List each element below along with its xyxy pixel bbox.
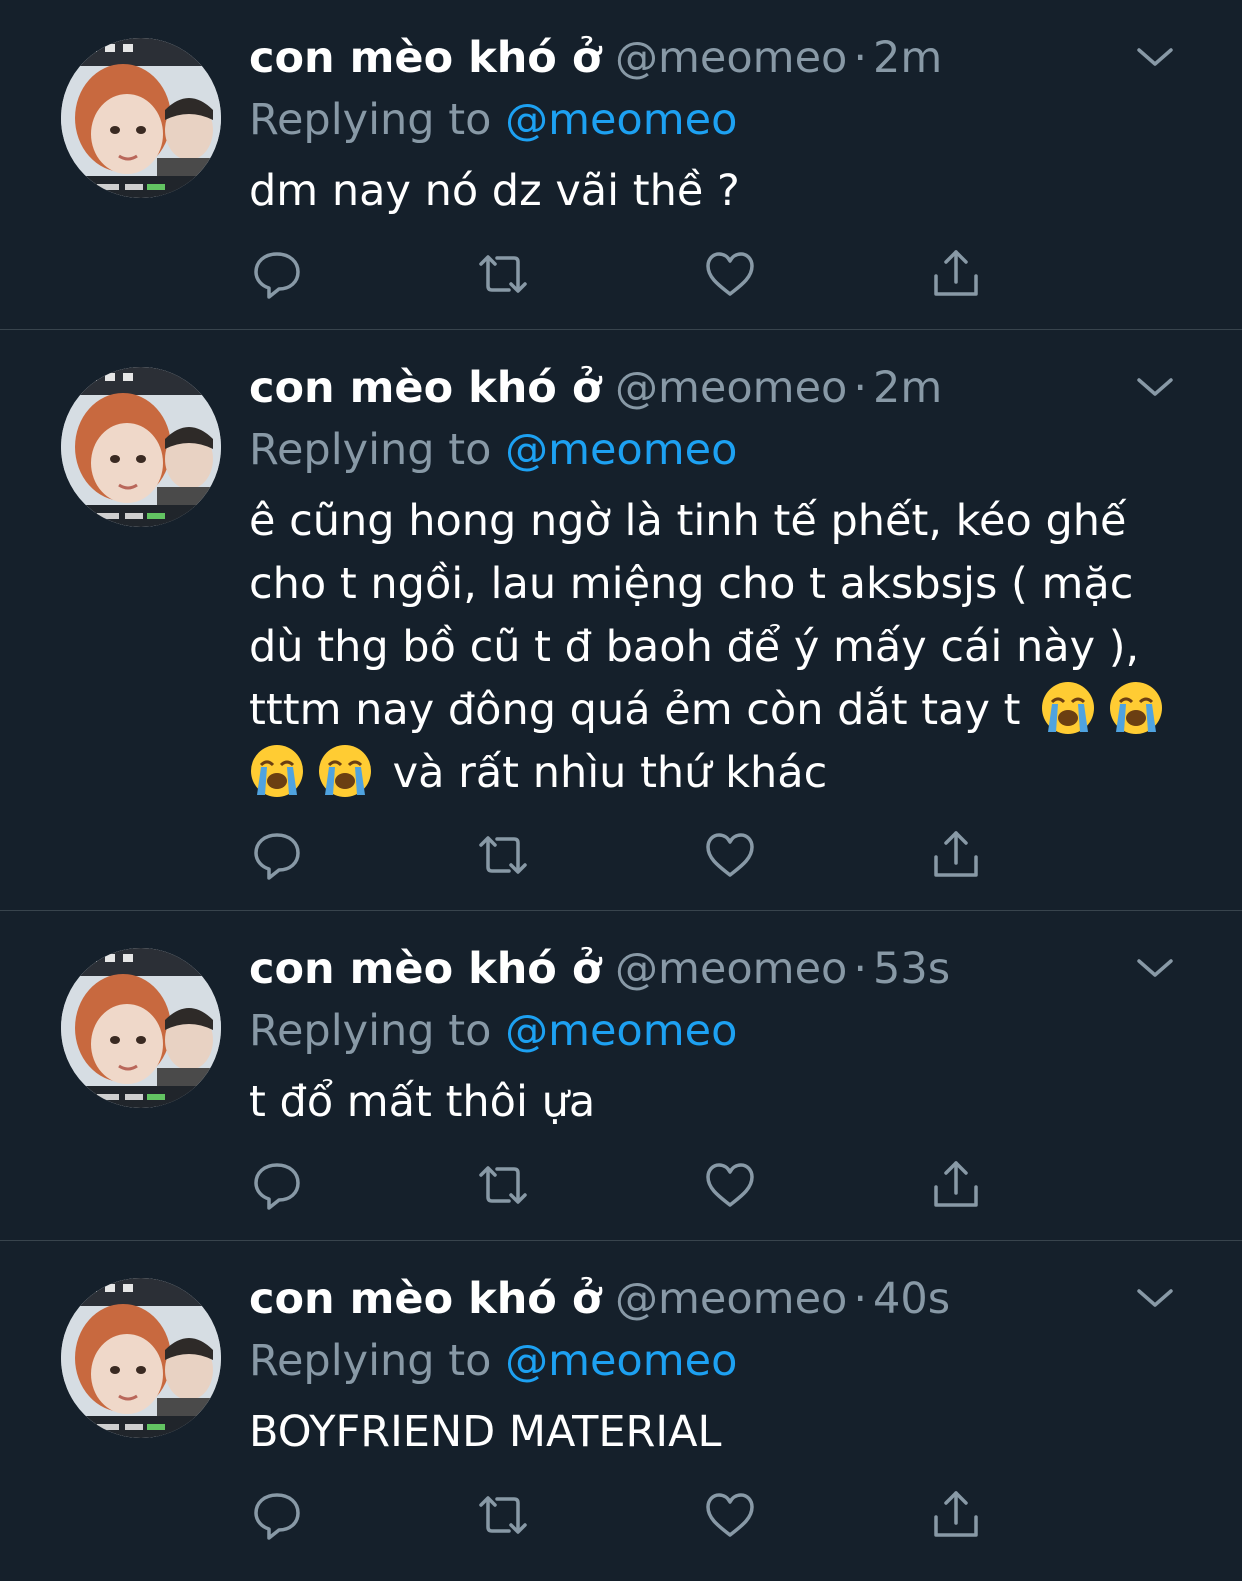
heart-icon xyxy=(706,1163,754,1207)
timestamp[interactable]: 2m xyxy=(873,33,942,83)
retweet-button[interactable] xyxy=(475,246,531,302)
avatar[interactable] xyxy=(61,1278,221,1438)
separator-dot: · xyxy=(853,1274,868,1324)
tweet-actions xyxy=(0,246,1242,302)
loudly-crying-face-icon xyxy=(1108,680,1164,736)
share-button[interactable] xyxy=(928,246,984,302)
timestamp[interactable]: 53s xyxy=(873,944,950,994)
retweet-arrows-icon xyxy=(479,1166,527,1204)
tweet-actions xyxy=(0,1157,1242,1213)
replying-to: Replying to @meomeo xyxy=(249,89,737,151)
speech-bubble-icon xyxy=(254,833,300,880)
avatar-image xyxy=(61,367,221,527)
like-button[interactable] xyxy=(702,827,758,883)
tweet[interactable]: con mèo khó ở @meomeo · 2m Replying to @me… xyxy=(0,330,1242,911)
replying-label: Replying to xyxy=(249,1006,492,1056)
replying-to: Replying to @meomeo xyxy=(249,1000,737,1062)
reply-button[interactable] xyxy=(249,827,305,883)
speech-bubble-icon xyxy=(254,1163,300,1210)
tweet-actions xyxy=(0,827,1242,883)
retweet-arrows-icon xyxy=(479,836,527,874)
retweet-arrows-icon xyxy=(479,255,527,293)
display-name[interactable]: con mèo khó ở xyxy=(249,33,601,83)
share-button[interactable] xyxy=(928,827,984,883)
replying-label: Replying to xyxy=(249,425,492,475)
replying-handle-link[interactable]: @meomeo xyxy=(505,425,737,475)
display-name[interactable]: con mèo khó ở xyxy=(249,1274,601,1324)
speech-bubble-icon xyxy=(254,252,300,299)
tweet[interactable]: con mèo khó ở @meomeo · 40s Replying to @m… xyxy=(0,1241,1242,1581)
like-button[interactable] xyxy=(702,246,758,302)
handle[interactable]: @meomeo xyxy=(615,944,847,994)
retweet-arrows-icon xyxy=(479,1496,527,1534)
tweet[interactable]: con mèo khó ở @meomeo · 53s Replying to @m… xyxy=(0,911,1242,1241)
replying-handle-link[interactable]: @meomeo xyxy=(505,1336,737,1386)
avatar-image xyxy=(61,948,221,1108)
reply-button[interactable] xyxy=(249,1487,305,1543)
retweet-button[interactable] xyxy=(475,1157,531,1213)
chevron-down-icon[interactable] xyxy=(1133,949,1177,985)
avatar-image xyxy=(61,1278,221,1438)
tweet-text: dm nay nó dz vãi thề ? xyxy=(249,166,740,216)
tweet-header: con mèo khó ở @meomeo · 40s xyxy=(249,1269,950,1329)
replying-label: Replying to xyxy=(249,1336,492,1386)
avatar[interactable] xyxy=(61,948,221,1108)
timestamp[interactable]: 40s xyxy=(873,1274,950,1324)
tweet-actions xyxy=(0,1487,1242,1543)
tweet-text: ê cũng hong ngờ là tinh tế phết, kéo ghế… xyxy=(249,490,1189,805)
replying-to: Replying to @meomeo xyxy=(249,1330,737,1392)
separator-dot: · xyxy=(853,363,868,413)
loudly-crying-face-icon xyxy=(317,743,373,799)
tweet-header: con mèo khó ở @meomeo · 53s xyxy=(249,939,950,999)
avatar[interactable] xyxy=(61,38,221,198)
share-upload-icon xyxy=(934,250,978,296)
reply-button[interactable] xyxy=(249,246,305,302)
retweet-button[interactable] xyxy=(475,827,531,883)
handle[interactable]: @meomeo xyxy=(615,363,847,413)
display-name[interactable]: con mèo khó ở xyxy=(249,363,601,413)
replying-handle-link[interactable]: @meomeo xyxy=(505,95,737,145)
separator-dot: · xyxy=(853,944,868,994)
heart-icon xyxy=(706,833,754,877)
tweet[interactable]: con mèo khó ở @meomeo · 2m Replying to @me… xyxy=(0,0,1242,330)
like-button[interactable] xyxy=(702,1487,758,1543)
timestamp[interactable]: 2m xyxy=(873,363,942,413)
loudly-crying-face-icon xyxy=(249,743,305,799)
tweet-text: t đổ mất thôi ựa xyxy=(249,1077,596,1127)
tweet-header: con mèo khó ở @meomeo · 2m xyxy=(249,358,942,418)
share-upload-icon xyxy=(934,1491,978,1537)
tweet-header: con mèo khó ở @meomeo · 2m xyxy=(249,28,942,88)
retweet-button[interactable] xyxy=(475,1487,531,1543)
replying-to: Replying to @meomeo xyxy=(249,419,737,481)
display-name[interactable]: con mèo khó ở xyxy=(249,944,601,994)
chevron-down-icon[interactable] xyxy=(1133,38,1177,74)
chevron-down-icon[interactable] xyxy=(1133,368,1177,404)
avatar[interactable] xyxy=(61,367,221,527)
tweet-text-segment: tttm nay đông quá ẻm còn dắt tay t xyxy=(249,685,1021,735)
heart-icon xyxy=(706,252,754,296)
like-button[interactable] xyxy=(702,1157,758,1213)
handle[interactable]: @meomeo xyxy=(615,33,847,83)
heart-icon xyxy=(706,1493,754,1537)
tweet-text-line: cho t ngồi, lau miệng cho t aksbsjs ( mặ… xyxy=(249,559,1134,609)
tweet-text-line: và rất nhìu thứ khác xyxy=(249,742,1189,805)
tweet-text-line: dù thg bồ cũ t đ baoh để ý mấy cái này )… xyxy=(249,622,1140,672)
share-button[interactable] xyxy=(928,1157,984,1213)
replying-handle-link[interactable]: @meomeo xyxy=(505,1006,737,1056)
tweet-text-line: tttm nay đông quá ẻm còn dắt tay t xyxy=(249,679,1189,742)
share-button[interactable] xyxy=(928,1487,984,1543)
handle[interactable]: @meomeo xyxy=(615,1274,847,1324)
tweet-text-segment: và rất nhìu thứ khác xyxy=(392,748,828,798)
replying-label: Replying to xyxy=(249,95,492,145)
loudly-crying-face-icon xyxy=(1040,680,1096,736)
share-upload-icon xyxy=(934,1161,978,1207)
tweet-text-line: ê cũng hong ngờ là tinh tế phết, kéo ghế xyxy=(249,496,1127,546)
speech-bubble-icon xyxy=(254,1493,300,1540)
chevron-down-icon[interactable] xyxy=(1133,1279,1177,1315)
avatar-image xyxy=(61,38,221,198)
separator-dot: · xyxy=(853,33,868,83)
reply-button[interactable] xyxy=(249,1157,305,1213)
share-upload-icon xyxy=(934,831,978,877)
tweet-text: BOYFRIEND MATERIAL xyxy=(249,1407,722,1457)
